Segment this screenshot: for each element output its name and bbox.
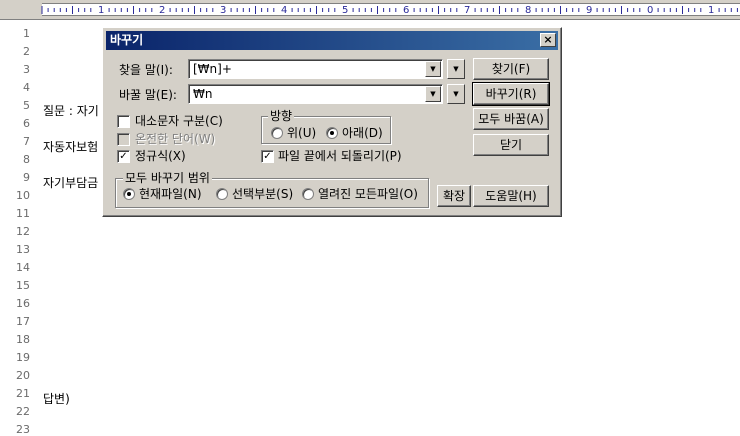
replace-dialog: 바꾸기 × 찾을 말(I): [₩n]+ ▼ ▼ 바꿀 말(E): ₩n ▼ ▼… xyxy=(102,27,562,217)
scope-all-open-radio[interactable] xyxy=(302,188,314,200)
radio-selected-dot-icon xyxy=(127,192,131,196)
wrap-around-label: 파일 끝에서 되돌리기(P) xyxy=(278,149,402,163)
ruler-label: 3 xyxy=(220,5,226,16)
replace-combobox[interactable]: ₩n ▼ xyxy=(188,84,443,104)
replace-label: 바꿀 말(E): xyxy=(119,88,177,102)
replace-input[interactable]: ₩n xyxy=(193,87,212,101)
scope-current-file-label: 현재파일(N) xyxy=(139,187,202,201)
line-number: 11 xyxy=(16,207,30,220)
line-number: 13 xyxy=(16,243,30,256)
replace-scope-group-title: 모두 바꾸기 범위 xyxy=(123,171,212,185)
help-button[interactable]: 도움말(H) xyxy=(473,185,549,207)
replace-dropdown-icon[interactable]: ▼ xyxy=(425,86,441,102)
regex-checkbox[interactable]: ✓ xyxy=(117,150,130,163)
dialog-title: 바꾸기 xyxy=(110,33,144,47)
whole-word-label: 온전한 단어(W) xyxy=(135,132,216,146)
whole-word-checkbox xyxy=(117,133,130,146)
case-sensitive-label: 대소문자 구분(C) xyxy=(135,114,223,128)
case-sensitive-checkbox[interactable] xyxy=(117,115,130,128)
ruler-label: 7 xyxy=(464,5,470,16)
close-icon[interactable]: × xyxy=(540,33,556,47)
replace-button[interactable]: 바꾸기(R) xyxy=(472,82,550,106)
ruler-label: 8 xyxy=(525,5,531,16)
direction-down-radio[interactable] xyxy=(326,127,338,139)
line-number: 22 xyxy=(16,405,30,418)
line-number: 12 xyxy=(16,225,30,238)
ruler-label: 1 xyxy=(98,5,104,16)
dialog-titlebar[interactable]: 바꾸기 × xyxy=(106,31,558,50)
ruler-label: 2 xyxy=(159,5,165,16)
line-number: 1 xyxy=(23,27,30,40)
line-number: 21 xyxy=(16,387,30,400)
expand-button[interactable]: 확장 xyxy=(437,185,471,207)
line-number-gutter: 1 2 3 4 5 6 7 8 9 10 11 12 13 14 15 16 17 18 19 20 21 22 23 xyxy=(0,20,34,436)
line-number: 2 xyxy=(23,45,30,58)
scope-selection-radio[interactable] xyxy=(216,188,228,200)
radio-selected-dot-icon xyxy=(330,131,334,135)
direction-group-title: 방향 xyxy=(268,109,295,123)
ruler-label: 4 xyxy=(281,5,287,16)
ruler-label: 5 xyxy=(342,5,348,16)
ruler-label: 1 xyxy=(708,5,714,16)
find-combobox[interactable]: [₩n]+ ▼ xyxy=(188,59,443,79)
ruler-label: 0 xyxy=(647,5,653,16)
line-number: 9 xyxy=(23,171,30,184)
editor-line-6: 질문 : 자기 xyxy=(43,104,99,118)
line-number: 20 xyxy=(16,369,30,382)
line-number: 14 xyxy=(16,261,30,274)
line-number: 8 xyxy=(23,153,30,166)
scope-selection-label: 선택부분(S) xyxy=(232,187,294,201)
direction-down-label: 아래(D) xyxy=(342,126,383,140)
editor-line-23: 답변) xyxy=(43,392,70,406)
editor-line-8: 자동자보험 xyxy=(43,140,99,154)
direction-up-radio[interactable] xyxy=(271,127,283,139)
regex-label: 정규식(X) xyxy=(135,149,186,163)
line-number: 10 xyxy=(16,189,30,202)
find-label: 찾을 말(I): xyxy=(119,63,173,77)
find-dropdown-icon[interactable]: ▼ xyxy=(425,61,441,77)
line-number: 5 xyxy=(23,99,30,112)
find-special-button[interactable]: ▼ xyxy=(447,59,465,79)
replace-special-button[interactable]: ▼ xyxy=(447,84,465,104)
line-number: 23 xyxy=(16,423,30,436)
ruler: 1 2 3 4 5 6 7 8 9 0 1 xyxy=(0,0,740,20)
scope-current-file-radio[interactable] xyxy=(123,188,135,200)
replace-all-button[interactable]: 모두 바꿈(A) xyxy=(473,108,549,130)
line-number: 7 xyxy=(23,135,30,148)
find-button[interactable]: 찾기(F) xyxy=(473,58,549,80)
close-button[interactable]: 닫기 xyxy=(473,134,549,156)
line-number: 15 xyxy=(16,279,30,292)
editor-line-10: 자기부담금 xyxy=(43,176,99,190)
ruler-label: 9 xyxy=(586,5,592,16)
line-number: 3 xyxy=(23,63,30,76)
line-number: 17 xyxy=(16,315,30,328)
ruler-ticks: 1 2 3 4 5 6 7 8 9 0 1 xyxy=(41,4,738,16)
direction-up-label: 위(U) xyxy=(287,126,317,140)
ruler-label: 6 xyxy=(403,5,409,16)
line-number: 6 xyxy=(23,117,30,130)
wrap-around-checkbox[interactable]: ✓ xyxy=(261,150,274,163)
scope-all-open-label: 열려진 모든파일(O) xyxy=(318,187,418,201)
find-input[interactable]: [₩n]+ xyxy=(193,62,232,76)
line-number: 19 xyxy=(16,351,30,364)
line-number: 18 xyxy=(16,333,30,346)
line-number: 4 xyxy=(23,81,30,94)
line-number: 16 xyxy=(16,297,30,310)
